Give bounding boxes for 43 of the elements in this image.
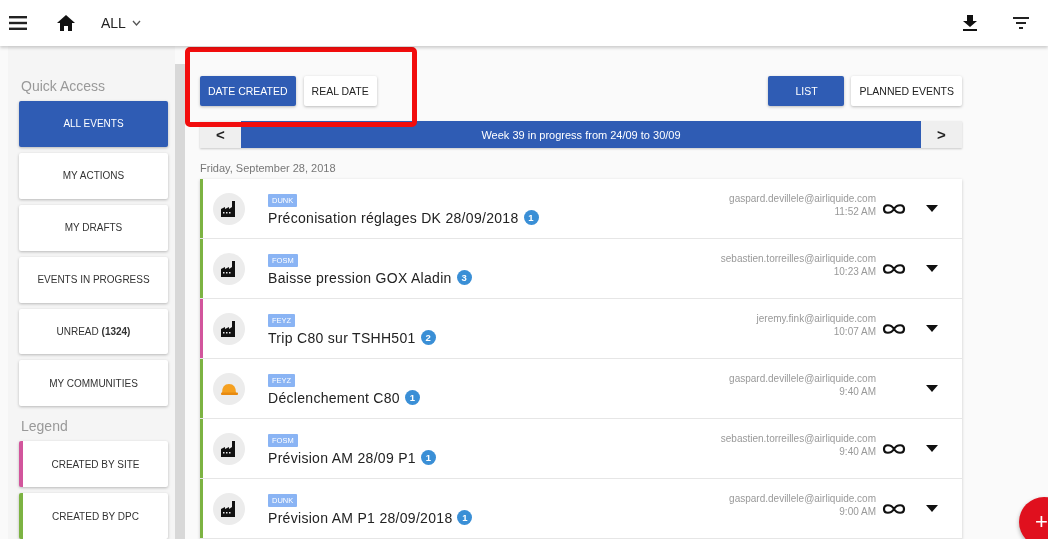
author-email: gaspard.devillele@airliquide.com [729,192,876,204]
author-email: gaspard.devillele@airliquide.com [729,372,876,384]
count-badge: 1 [457,510,473,525]
day-heading: Friday, September 28, 2018 [200,162,337,174]
quick-access-item[interactable]: UNREAD (1324) [19,308,168,355]
author-email: sebastien.torreilles@airliquide.com [720,252,876,264]
date-toggle-button[interactable]: DATE CREATED [200,76,296,106]
count-badge: 2 [420,330,436,345]
event-title: Préconisation réglages DK 28/09/2018 [268,209,519,226]
event-time: 9:40 AM [839,445,876,457]
next-week-button[interactable]: > [921,121,962,148]
event-time: 9:40 AM [839,385,876,397]
section-title: Quick Access [21,78,107,94]
count-badge: 1 [523,210,539,225]
event-time: 9:00 AM [839,505,876,517]
event-title: Trip C80 sur TSHH501 [268,329,416,346]
quick-access-item[interactable]: EVENTS IN PROGRESS [19,256,168,303]
author-email: sebastien.torreilles@airliquide.com [720,432,876,444]
event-time: 10:23 AM [833,265,876,277]
quick-access-item[interactable]: MY DRAFTS [19,204,168,251]
event-time: 11:52 AM [834,205,876,217]
event-title: Prévision AM 28/09 P1 [268,449,416,466]
quick-access-item[interactable]: MY COMMUNITIES [19,360,168,407]
view-toggle-button[interactable]: PLANNED EVENTS [851,76,962,106]
event-title: Déclenchement C80 [268,389,400,406]
legend-item: CREATED BY SITE [19,441,168,488]
count-badge: 1 [420,450,436,465]
quick-access-item[interactable]: ALL EVENTS [19,101,168,147]
event-title: Prévision AM P1 28/09/2018 [268,509,453,526]
event-title: Baisse pression GOX Aladin [268,269,452,286]
scope-dropdown[interactable]: ALL [101,15,141,31]
author-email: gaspard.devillele@airliquide.com [729,492,876,504]
count-badge: 1 [404,390,420,405]
quick-access-item[interactable]: MY ACTIONS [19,152,168,199]
section-title: Legend [21,418,69,435]
author-email: jeremy.fink@airliquide.com [756,312,876,324]
event-time: 10:07 AM [833,325,876,337]
week-label: Week 39 in progress from 24/09 to 30/09 [480,127,682,143]
count-badge: 3 [456,270,472,285]
date-toggle-button[interactable]: REAL DATE [303,76,377,106]
view-toggle-button[interactable]: LIST [768,76,845,106]
add-button[interactable]: + [1019,497,1048,539]
legend-item: CREATED BY DPC [19,493,168,539]
